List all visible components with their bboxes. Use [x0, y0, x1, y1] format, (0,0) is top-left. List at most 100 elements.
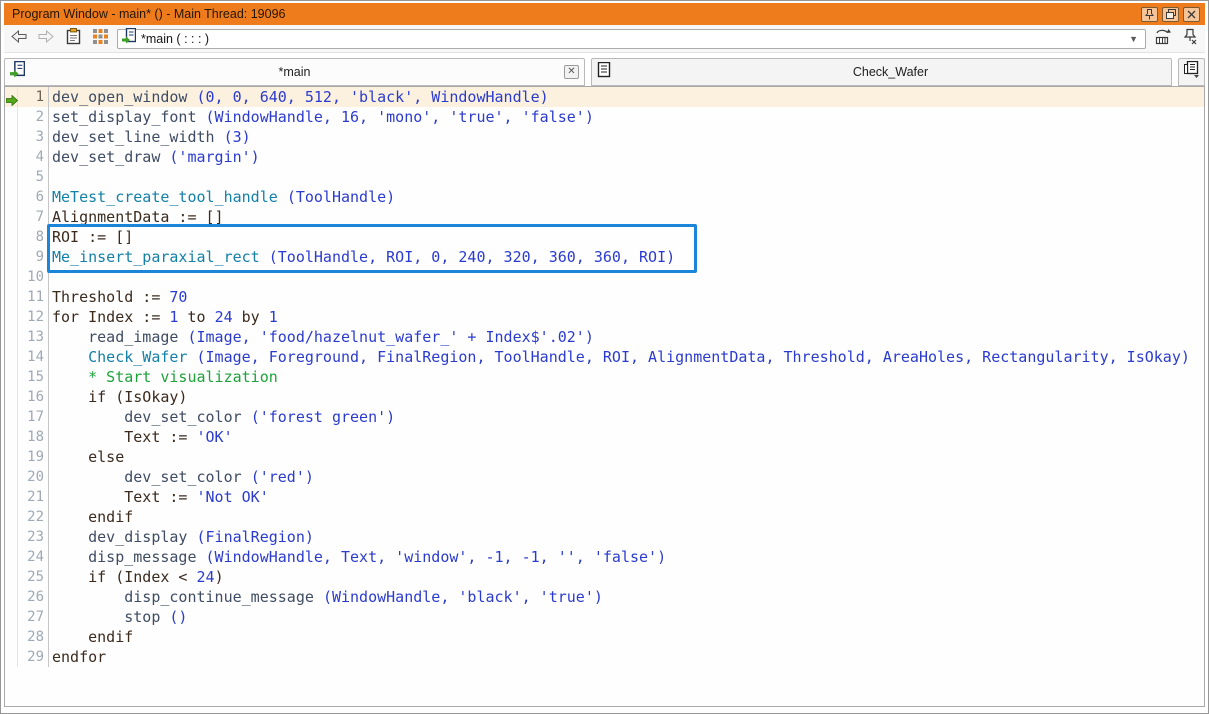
line-number: 18 — [18, 427, 49, 447]
code-line[interactable]: 13 read_image (Image, 'food/hazelnut_waf… — [5, 327, 1204, 347]
tab-main[interactable]: *main ✕ — [4, 58, 585, 86]
code-text: dev_display (FinalRegion) — [49, 527, 314, 547]
tab-main-label: *main — [29, 65, 560, 79]
breakpoint-margin[interactable] — [5, 387, 18, 407]
code-text: endfor — [49, 647, 106, 667]
toolbar: *main ( : : : ) ▼ — [4, 25, 1205, 53]
breakpoint-margin[interactable] — [5, 587, 18, 607]
breakpoint-margin[interactable] — [5, 247, 18, 267]
code-line[interactable]: 14 Check_Wafer (Image, Foreground, Final… — [5, 347, 1204, 367]
breakpoint-margin[interactable] — [5, 227, 18, 247]
code-text: dev_open_window (0, 0, 640, 512, 'black'… — [49, 87, 549, 107]
line-number: 15 — [18, 367, 49, 387]
breakpoint-margin[interactable] — [5, 607, 18, 627]
code-line[interactable]: 16 if (IsOkay) — [5, 387, 1204, 407]
clipboard-button[interactable] — [63, 29, 83, 49]
code-line[interactable]: 20 dev_set_color ('red') — [5, 467, 1204, 487]
open-in-new-window-button[interactable] — [1153, 29, 1173, 49]
chevron-down-icon[interactable]: ▼ — [1125, 34, 1142, 44]
code-text: endif — [49, 507, 133, 527]
code-text: set_display_font (WindowHandle, 16, 'mon… — [49, 107, 594, 127]
forward-button[interactable] — [36, 29, 56, 49]
line-number: 27 — [18, 607, 49, 627]
breakpoint-margin[interactable] — [5, 327, 18, 347]
code-text: Text := 'OK' — [49, 427, 233, 447]
code-line[interactable]: 17 dev_set_color ('forest green') — [5, 407, 1204, 427]
code-text: * Start visualization — [49, 367, 278, 387]
unpin-button[interactable] — [1180, 29, 1200, 49]
window-title: Program Window - main* () - Main Thread:… — [12, 7, 1137, 21]
code-line[interactable]: 6MeTest_create_tool_handle (ToolHandle) — [5, 187, 1204, 207]
breakpoint-margin[interactable] — [5, 267, 18, 287]
breakpoint-margin[interactable] — [5, 107, 18, 127]
code-line[interactable]: 15 * Start visualization — [5, 367, 1204, 387]
line-number: 3 — [18, 127, 49, 147]
code-line[interactable]: 2set_display_font (WindowHandle, 16, 'mo… — [5, 107, 1204, 127]
breakpoint-margin[interactable] — [5, 147, 18, 167]
code-line[interactable]: 29endfor — [5, 647, 1204, 667]
code-line[interactable]: 1dev_open_window (0, 0, 640, 512, 'black… — [5, 87, 1204, 107]
breakpoint-margin[interactable] — [5, 627, 18, 647]
breakpoint-margin[interactable] — [5, 487, 18, 507]
breakpoint-margin[interactable] — [5, 647, 18, 667]
line-number: 28 — [18, 627, 49, 647]
code-line[interactable]: 10 — [5, 267, 1204, 287]
breakpoint-margin[interactable] — [5, 467, 18, 487]
tab-check-wafer[interactable]: Check_Wafer — [591, 58, 1172, 86]
code-line[interactable]: 18 Text := 'OK' — [5, 427, 1204, 447]
breakpoint-margin[interactable] — [5, 547, 18, 567]
code-line[interactable]: 23 dev_display (FinalRegion) — [5, 527, 1204, 547]
breakpoint-margin[interactable] — [5, 407, 18, 427]
restore-button[interactable] — [1162, 7, 1179, 22]
breakpoint-margin[interactable] — [5, 527, 18, 547]
code-line[interactable]: 4dev_set_draw ('margin') — [5, 147, 1204, 167]
code-line[interactable]: 9Me_insert_paraxial_rect (ToolHandle, RO… — [5, 247, 1204, 267]
breakpoint-margin[interactable] — [5, 187, 18, 207]
breakpoint-margin[interactable] — [5, 287, 18, 307]
line-number: 17 — [18, 407, 49, 427]
breakpoint-margin[interactable] — [5, 507, 18, 527]
title-bar: Program Window - main* () - Main Thread:… — [4, 3, 1205, 25]
procedure-combo[interactable]: *main ( : : : ) ▼ — [117, 29, 1146, 49]
pin-button[interactable] — [1141, 7, 1158, 22]
code-line[interactable]: 25 if (Index < 24) — [5, 567, 1204, 587]
tab-list-button[interactable] — [1178, 58, 1205, 86]
code-line[interactable]: 11Threshold := 70 — [5, 287, 1204, 307]
back-button[interactable] — [9, 29, 29, 49]
code-line[interactable]: 28 endif — [5, 627, 1204, 647]
breakpoint-margin[interactable] — [5, 427, 18, 447]
line-number: 11 — [18, 287, 49, 307]
line-number: 4 — [18, 147, 49, 167]
breakpoint-margin[interactable] — [5, 447, 18, 467]
code-line[interactable]: 27 stop () — [5, 607, 1204, 627]
grid-button[interactable] — [90, 29, 110, 49]
breakpoint-margin[interactable] — [5, 567, 18, 587]
code-line[interactable]: 22 endif — [5, 507, 1204, 527]
line-number: 8 — [18, 227, 49, 247]
code-line[interactable]: 12for Index := 1 to 24 by 1 — [5, 307, 1204, 327]
breakpoint-margin[interactable] — [5, 347, 18, 367]
code-line[interactable]: 5 — [5, 167, 1204, 187]
code-editor[interactable]: 1dev_open_window (0, 0, 640, 512, 'black… — [4, 86, 1205, 707]
restore-icon — [1166, 9, 1176, 19]
line-number: 9 — [18, 247, 49, 267]
breakpoint-margin[interactable] — [5, 127, 18, 147]
close-icon — [1187, 10, 1196, 19]
detach-window-icon — [1154, 28, 1172, 50]
code-line[interactable]: 26 disp_continue_message (WindowHandle, … — [5, 587, 1204, 607]
close-button[interactable] — [1183, 7, 1200, 22]
code-line[interactable]: 24 disp_message (WindowHandle, Text, 'wi… — [5, 547, 1204, 567]
code-line[interactable]: 3dev_set_line_width (3) — [5, 127, 1204, 147]
breakpoint-margin[interactable] — [5, 367, 18, 387]
line-number: 10 — [18, 267, 49, 287]
breakpoint-margin[interactable] — [5, 207, 18, 227]
code-line[interactable]: 21 Text := 'Not OK' — [5, 487, 1204, 507]
code-line[interactable]: 8ROI := [] — [5, 227, 1204, 247]
breakpoint-margin[interactable] — [5, 307, 18, 327]
tab-close-button[interactable]: ✕ — [564, 65, 579, 79]
line-number: 19 — [18, 447, 49, 467]
code-line[interactable]: 7AlignmentData := [] — [5, 207, 1204, 227]
breakpoint-margin[interactable] — [5, 167, 18, 187]
code-text: else — [49, 447, 124, 467]
code-line[interactable]: 19 else — [5, 447, 1204, 467]
